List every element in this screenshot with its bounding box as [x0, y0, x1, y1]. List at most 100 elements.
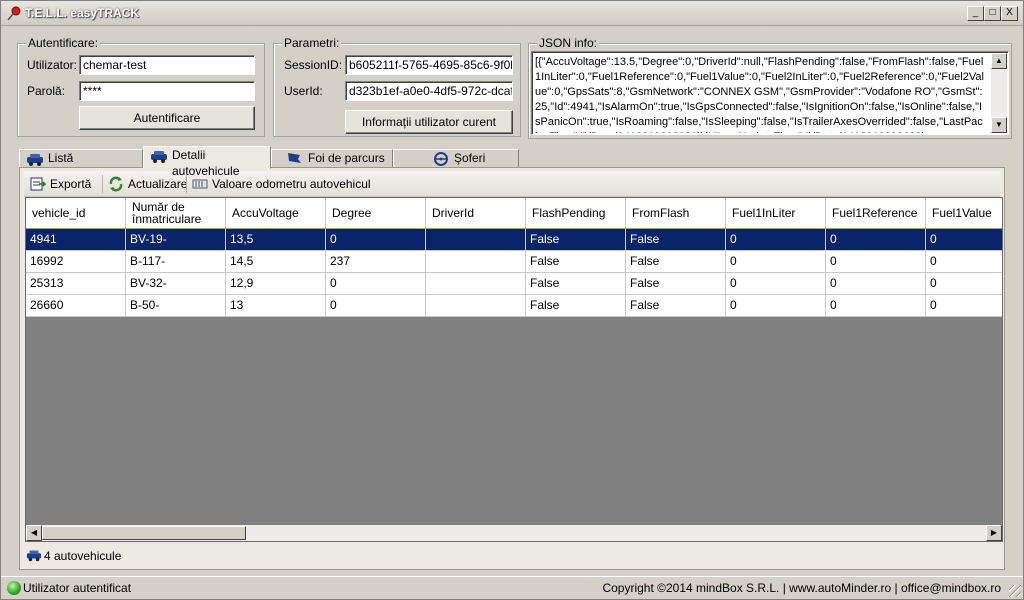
window-title: T.E.L.L. easyTRACK	[25, 6, 140, 20]
status-bar: Utilizator autentificat Copyright ©2014 …	[1, 576, 1023, 599]
refresh-icon	[109, 176, 123, 192]
table-cell[interactable]: 0	[926, 273, 1002, 295]
table-row[interactable]: 25313 BV-32- 12,9 0 False False 0 0 0	[26, 273, 1002, 295]
column-header[interactable]: AccuVoltage	[226, 198, 326, 229]
column-header[interactable]: DriverId	[426, 198, 526, 229]
grid-horizontal-scrollbar[interactable]: ◀ ▶	[26, 525, 1002, 541]
user-label: Utilizator:	[27, 58, 78, 72]
username-field[interactable]: chemar-test	[79, 55, 255, 75]
scroll-down-arrow-icon[interactable]: ▼	[991, 117, 1007, 133]
table-cell[interactable]	[426, 251, 526, 273]
table-cell[interactable]: 0	[726, 229, 826, 251]
user-id-label: UserId:	[284, 84, 323, 98]
table-row[interactable]: 16992 B-117- 14,5 237 False False 0 0 0	[26, 251, 1002, 273]
table-cell[interactable]: BV-19-	[126, 229, 226, 251]
table-cell[interactable]: 0	[826, 295, 926, 317]
maximize-button[interactable]: □	[984, 6, 1001, 21]
user-id-field[interactable]: d323b1ef-a0e0-4df5-972c-dcafa0	[345, 81, 513, 101]
table-cell[interactable]: 13,5	[226, 229, 326, 251]
tab-trip-sheets[interactable]: Foi de parcurs	[271, 149, 393, 168]
table-cell[interactable]: False	[526, 295, 626, 317]
table-cell[interactable]	[426, 229, 526, 251]
tab-trip-sheets-label: Foi de parcurs	[308, 151, 385, 165]
password-field[interactable]: ****	[79, 81, 255, 101]
table-cell[interactable]: 12,9	[226, 273, 326, 295]
table-cell[interactable]: 16992	[26, 251, 126, 273]
table-cell[interactable]: 26660	[26, 295, 126, 317]
tab-vehicle-list[interactable]: Listă autovehicule	[19, 149, 143, 181]
table-row[interactable]: 4941 BV-19- 13,5 0 False False 0 0 0	[26, 229, 1002, 251]
session-id-label: SessionID:	[284, 58, 343, 72]
scroll-right-arrow-icon[interactable]: ▶	[986, 525, 1002, 541]
session-id-field[interactable]: b605211f-5765-4695-85c6-9f0bf6	[345, 55, 513, 75]
table-cell[interactable]: 25313	[26, 273, 126, 295]
close-button[interactable]: X	[1001, 6, 1018, 21]
copyright-text: Copyright ©2014 mindBox S.R.L. | www.aut…	[602, 581, 1001, 595]
column-header[interactable]: Fuel1InLiter	[726, 198, 826, 229]
flag-icon	[288, 153, 301, 163]
scroll-left-arrow-icon[interactable]: ◀	[26, 525, 42, 541]
table-cell[interactable]: False	[626, 251, 726, 273]
column-header[interactable]: Fuel1Reference	[826, 198, 926, 229]
table-cell[interactable]	[426, 273, 526, 295]
scrollbar-thumb[interactable]	[42, 526, 246, 540]
minimize-button[interactable]: _	[967, 6, 984, 21]
table-cell[interactable]: 0	[826, 273, 926, 295]
toolbar: Exportă Actualizare Valoare odometru aut…	[24, 171, 1000, 197]
table-cell[interactable]: 0	[326, 229, 426, 251]
table-cell[interactable]: False	[526, 229, 626, 251]
column-header[interactable]: FlashPending	[526, 198, 626, 229]
login-button[interactable]: Autentificare	[79, 106, 255, 130]
table-cell[interactable]: 0	[826, 251, 926, 273]
grid-header: vehicle_id Număr de înmatriculare AccuVo…	[26, 198, 1002, 229]
table-cell[interactable]: B-50-	[126, 295, 226, 317]
column-header[interactable]: Număr de înmatriculare	[126, 198, 226, 229]
main-window: T.E.L.L. easyTRACK _ □ X Autentificare: …	[0, 0, 1024, 600]
table-cell[interactable]: 0	[726, 273, 826, 295]
table-cell[interactable]: 14,5	[226, 251, 326, 273]
table-cell[interactable]: False	[626, 273, 726, 295]
car-icon	[151, 151, 167, 163]
current-user-info-button[interactable]: Informații utilizator curent	[345, 110, 513, 134]
column-header[interactable]: Degree	[326, 198, 426, 229]
table-cell[interactable]: BV-32-	[126, 273, 226, 295]
column-header[interactable]: FromFlash	[626, 198, 726, 229]
table-cell[interactable]: B-117-	[126, 251, 226, 273]
tab-vehicle-details[interactable]: Detalii autovehicule	[143, 146, 271, 178]
auth-status: Utilizator autentificat	[7, 581, 131, 595]
table-cell[interactable]: False	[626, 295, 726, 317]
table-cell[interactable]: False	[526, 251, 626, 273]
resize-grip-icon[interactable]	[1009, 585, 1021, 597]
export-button[interactable]: Exportă	[30, 175, 91, 193]
table-cell[interactable]: 0	[926, 251, 1002, 273]
table-cell[interactable]: 4941	[26, 229, 126, 251]
table-cell[interactable]: False	[526, 273, 626, 295]
table-cell[interactable]: 0	[726, 295, 826, 317]
tab-drivers[interactable]: Şoferi	[393, 149, 519, 168]
table-cell[interactable]: 0	[926, 295, 1002, 317]
table-cell[interactable]: False	[626, 229, 726, 251]
steering-wheel-icon	[434, 152, 448, 166]
table-cell[interactable]: 0	[926, 229, 1002, 251]
table-cell[interactable]: 0	[326, 295, 426, 317]
scroll-up-arrow-icon[interactable]: ▲	[991, 53, 1007, 69]
table-cell[interactable]: 0	[726, 251, 826, 273]
tab-vehicle-details-label: Detalii autovehicule	[172, 148, 240, 178]
table-cell[interactable]	[426, 295, 526, 317]
json-info-textbox[interactable]: [{"AccuVoltage":13.5,"Degree":0,"DriverI…	[531, 51, 1009, 135]
tab-drivers-label: Şoferi	[454, 151, 486, 165]
params-group-title: Parametri:	[282, 36, 342, 50]
title-bar: T.E.L.L. easyTRACK _ □ X	[1, 1, 1023, 26]
table-row[interactable]: 26660 B-50- 13 0 False False 0 0 0	[26, 295, 1002, 317]
table-cell[interactable]: 237	[326, 251, 426, 273]
table-cell[interactable]: 0	[826, 229, 926, 251]
json-vertical-scrollbar[interactable]: ▲ ▼	[991, 53, 1007, 133]
car-icon	[26, 550, 42, 562]
odometer-label: Valoare odometru autovehicul	[212, 177, 371, 191]
table-cell[interactable]: 0	[326, 273, 426, 295]
vehicle-data-grid[interactable]: vehicle_id Număr de înmatriculare AccuVo…	[25, 197, 1003, 542]
column-header[interactable]: vehicle_id	[26, 198, 126, 229]
column-header[interactable]: Fuel1Value	[926, 198, 1002, 229]
table-cell[interactable]: 13	[226, 295, 326, 317]
json-info-group-title: JSON info:	[537, 36, 600, 50]
